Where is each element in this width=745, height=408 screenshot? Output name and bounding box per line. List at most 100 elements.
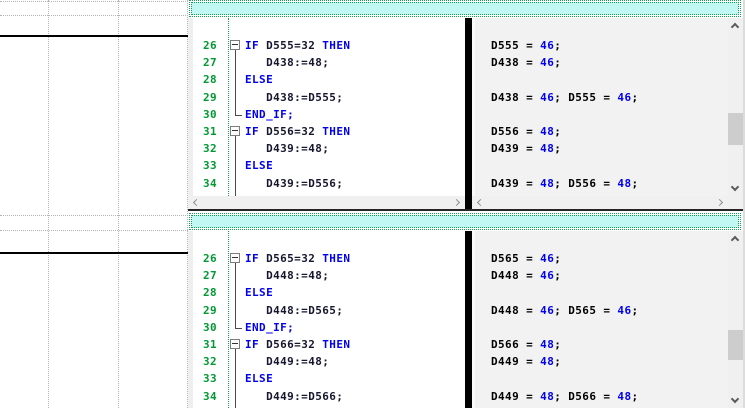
text-segment: ELSE [245,159,273,172]
chevron-down-icon [731,183,739,191]
chevron-left-icon[interactable] [477,199,484,206]
text-segment: THEN [322,338,350,351]
code-line: D449:=48; [245,353,329,370]
worksheet-grid[interactable] [0,0,188,408]
text-segment: 48 [540,390,554,403]
chevron-right-icon[interactable] [453,199,460,206]
line-number: 31 [193,123,217,140]
text-segment: 46 [540,252,554,265]
text-segment: END_IF; [245,321,294,334]
line-number: 33 [193,157,217,174]
line-number: 31 [193,336,217,353]
scrollbar-corner [728,196,743,209]
line-number: 29 [193,89,217,106]
text-segment: ; [554,56,561,69]
text-segment: D449 = [491,355,540,368]
pane-header-bar[interactable] [191,215,739,228]
code-line: ELSE [245,71,273,88]
code-line: D438:=48; [245,54,329,71]
vertical-scrollbar[interactable] [728,18,743,196]
monitor-line: D448 = 46; [491,267,561,284]
fold-guide-line [235,157,236,174]
fold-guide-line [235,140,236,157]
fold-collapse-icon[interactable] [230,126,240,136]
text-segment: END_IF; [245,108,294,121]
text-segment: D449 = [491,390,540,403]
text-segment: ; [554,355,561,368]
scroll-down-button[interactable] [728,393,743,408]
vertical-scrollbar[interactable] [728,231,743,408]
pane-bottom-border [188,209,743,211]
code-line: IF D556=32 THEN [245,123,350,140]
editor-pane-bottom: 26IF D565=32 THEN27 D448:=48;28ELSE29 D4… [188,213,743,408]
text-segment: D448 = [491,269,540,282]
horizontal-scrollbar-monitor[interactable] [472,196,728,209]
text-segment: 46 [540,304,554,317]
vertical-scrollbar-thumb[interactable] [728,113,743,145]
text-segment: IF [245,338,266,351]
text-segment: ; [554,125,561,138]
text-segment: D448:=D565; [245,304,343,317]
text-segment: THEN [322,252,350,265]
fold-guide-line [235,284,236,301]
text-segment: ; [554,142,561,155]
pane-header[interactable] [189,0,741,17]
text-segment: ELSE [245,372,273,385]
text-segment: ; [631,177,638,190]
text-segment: D555=32 [266,39,315,52]
code-line: D438:=D555; [245,89,343,106]
text-segment: ; D565 = [554,304,617,317]
code-line: ELSE [245,370,273,387]
chevron-up-icon [731,23,739,31]
text-segment: ; [631,91,638,104]
text-segment: ; D566 = [554,390,617,403]
text-segment: THEN [322,125,350,138]
text-segment: D438:=D555; [245,91,343,104]
chevron-left-icon[interactable] [193,199,200,206]
fold-guide-line [235,106,236,115]
fold-guide-line [235,54,236,71]
pane-header-bar[interactable] [191,2,739,15]
text-segment: 48 [540,177,554,190]
pane-header[interactable] [189,213,741,230]
line-number: 27 [193,267,217,284]
code-editor-area[interactable]: 26IF D555=32 THEN27 D438:=48;28ELSE29 D4… [188,18,465,196]
fold-guide-line [235,302,236,319]
fold-collapse-icon[interactable] [230,253,240,263]
text-segment: ; [631,304,638,317]
text-segment: D565=32 [266,252,315,265]
line-number: 30 [193,106,217,123]
monitor-value-area[interactable]: D565 = 46;D448 = 46;D448 = 46; D565 = 46… [472,231,728,408]
scroll-down-button[interactable] [728,181,743,196]
text-segment: D565 = [491,252,540,265]
line-number: 27 [193,54,217,71]
code-line: IF D566=32 THEN [245,336,350,353]
fold-collapse-icon[interactable] [230,339,240,349]
text-segment: IF [245,125,266,138]
chevron-right-icon[interactable] [716,199,723,206]
code-line: IF D565=32 THEN [245,250,350,267]
code-line: ELSE [245,157,273,174]
text-segment: D438 = [491,91,540,104]
text-segment: IF [245,39,266,52]
line-number: 29 [193,302,217,319]
split-divider[interactable] [465,231,472,408]
text-segment: D555 = [491,39,540,52]
monitor-line: D566 = 48; [491,336,561,353]
code-editor-area[interactable]: 26IF D565=32 THEN27 D448:=48;28ELSE29 D4… [188,231,465,408]
monitor-value-area[interactable]: D555 = 46;D438 = 46;D438 = 46; D555 = 46… [472,18,728,196]
chevron-down-icon [731,395,739,403]
line-number: 32 [193,353,217,370]
split-divider[interactable] [465,18,472,210]
fold-guide-line [235,319,236,328]
text-segment: D439 = [491,177,540,190]
vertical-scrollbar-thumb[interactable] [728,330,743,360]
scroll-up-button[interactable] [728,18,743,33]
text-segment: D448:=48; [245,269,329,282]
text-segment: 48 [540,142,554,155]
line-number: 26 [193,37,217,54]
fold-collapse-icon[interactable] [230,40,240,50]
text-segment: D449:=D566; [245,390,343,403]
horizontal-scrollbar-code[interactable] [188,196,465,209]
scroll-up-button[interactable] [728,231,743,246]
